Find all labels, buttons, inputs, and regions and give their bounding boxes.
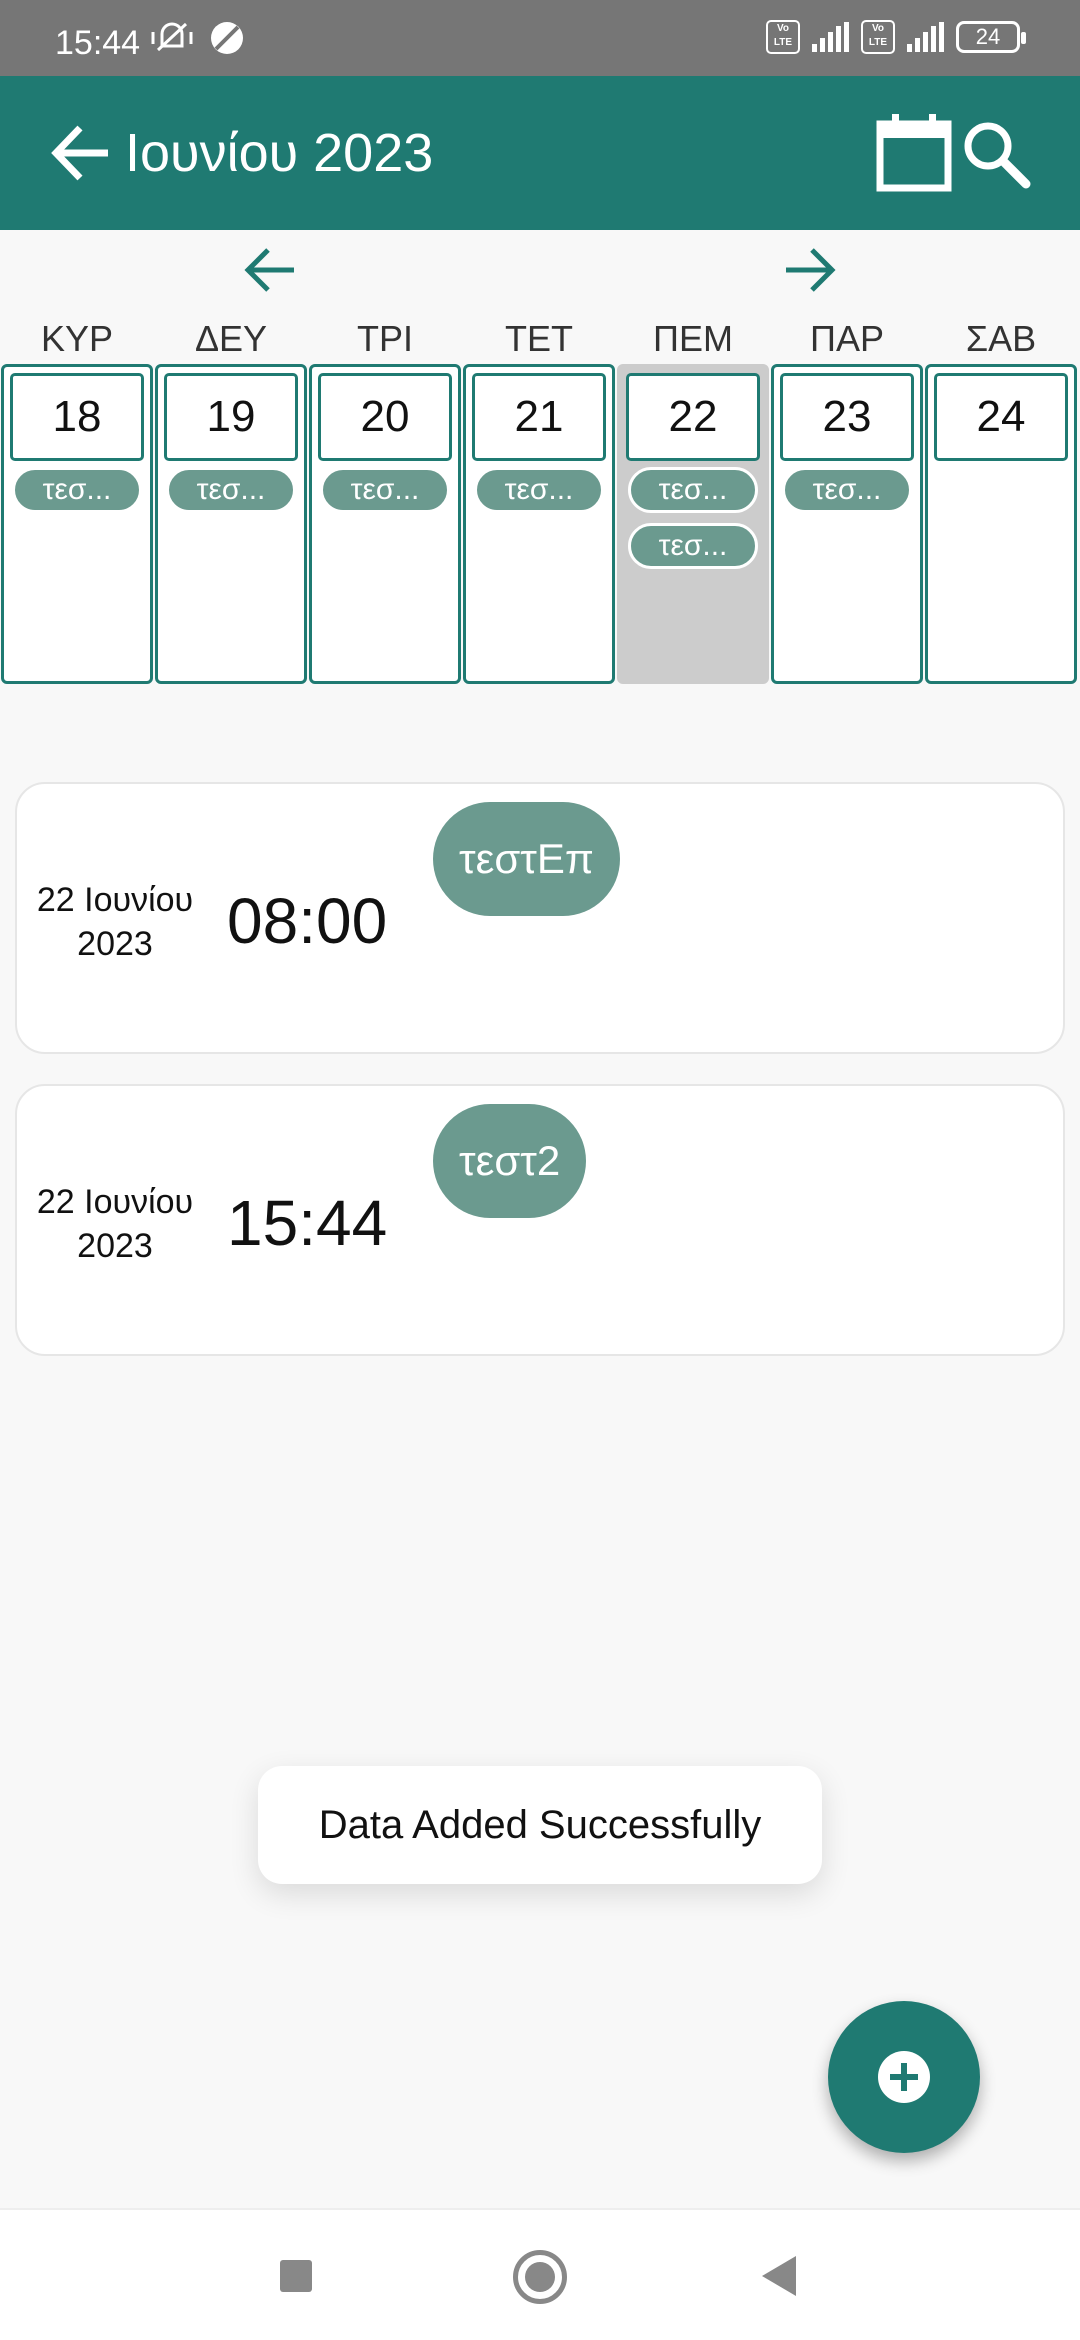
day-cell[interactable]: 23 τεσ... bbox=[771, 364, 923, 684]
day-header: ΠΑΡ bbox=[809, 318, 885, 359]
app-bar: Ιουνίου 2023 bbox=[0, 76, 1080, 230]
status-bar: 15:44 Vo LTE Vo LTE 24 bbox=[0, 0, 1080, 76]
event-chip[interactable]: τεσ... bbox=[166, 467, 296, 513]
event-chip[interactable]: τεσ... bbox=[320, 467, 450, 513]
event-time: 15:44 bbox=[227, 1187, 388, 1259]
search-button[interactable] bbox=[960, 118, 1034, 192]
event-chip[interactable]: τεσ... bbox=[474, 467, 604, 513]
event-chip[interactable]: τεσ... bbox=[12, 467, 142, 513]
search-icon bbox=[964, 122, 1031, 189]
calendar-icon bbox=[876, 114, 952, 192]
system-back-button[interactable] bbox=[762, 2256, 796, 2296]
day-header: ΚΥΡ bbox=[40, 318, 114, 359]
day-header: ΤΡΙ bbox=[356, 318, 413, 359]
event-date-year: 2023 bbox=[77, 925, 153, 963]
back-arrow-icon bbox=[51, 125, 108, 181]
home-button[interactable] bbox=[513, 2250, 567, 2304]
event-date-day-month: 22 Ιουνίου bbox=[36, 1183, 194, 1221]
calendar-button[interactable] bbox=[876, 112, 952, 192]
event-title-pill[interactable]: τεστΕπ bbox=[433, 802, 620, 916]
system-nav-bar bbox=[0, 2208, 1080, 2340]
day-number: 19 bbox=[164, 373, 298, 461]
signal-icon bbox=[812, 22, 849, 52]
status-left-icons bbox=[150, 18, 246, 58]
arrow-left-icon bbox=[244, 248, 294, 292]
event-date: 22 Ιουνίου 2023 bbox=[21, 878, 209, 966]
event-date-day-month: 22 Ιουνίου bbox=[36, 881, 194, 919]
event-card[interactable]: 22 Ιουνίου 2023 15:44 τεστ2 bbox=[15, 1084, 1065, 1356]
event-chip[interactable]: τεσ... bbox=[628, 467, 758, 513]
event-chip[interactable]: τεσ... bbox=[782, 467, 912, 513]
status-right-icons: Vo LTE Vo LTE 24 bbox=[766, 20, 1026, 54]
day-number: 18 bbox=[10, 373, 144, 461]
event-title-pill[interactable]: τεστ2 bbox=[433, 1104, 587, 1218]
day-number: 24 bbox=[934, 373, 1068, 461]
day-header: ΤΕΤ bbox=[505, 318, 573, 359]
status-time: 15:44 bbox=[55, 24, 141, 62]
data-saver-icon bbox=[211, 22, 243, 54]
arrow-right-icon bbox=[786, 248, 836, 292]
day-number: 23 bbox=[780, 373, 914, 461]
day-header: ΣΑΒ bbox=[965, 318, 1037, 359]
add-event-button[interactable] bbox=[828, 2001, 980, 2153]
event-date: 22 Ιουνίου 2023 bbox=[21, 1180, 209, 1268]
next-week-button[interactable] bbox=[780, 240, 840, 300]
volte-icon: Vo LTE bbox=[766, 20, 800, 54]
event-chip[interactable]: τεσ... bbox=[628, 523, 758, 569]
event-date-year: 2023 bbox=[77, 1227, 153, 1265]
previous-week-button[interactable] bbox=[240, 240, 300, 300]
day-header: ΠΕΜ bbox=[653, 318, 733, 359]
day-number: 20 bbox=[318, 373, 452, 461]
toast-message: Data Added Successfully bbox=[258, 1766, 822, 1884]
day-cell[interactable]: 21 τεσ... bbox=[463, 364, 615, 684]
volte-icon: Vo LTE bbox=[861, 20, 895, 54]
day-cell[interactable]: 18 τεσ... bbox=[1, 364, 153, 684]
day-number: 21 bbox=[472, 373, 606, 461]
mute-vibrate-icon bbox=[151, 22, 193, 52]
plus-circle-icon bbox=[878, 2051, 930, 2103]
day-cell[interactable]: 20 τεσ... bbox=[309, 364, 461, 684]
day-number: 22 bbox=[626, 373, 760, 461]
back-button[interactable] bbox=[48, 120, 114, 186]
day-header: ΔΕΥ bbox=[194, 318, 268, 359]
battery-level: 24 bbox=[975, 24, 1001, 49]
signal-icon bbox=[907, 22, 944, 52]
event-time: 08:00 bbox=[227, 885, 388, 957]
day-cell[interactable]: 24 bbox=[925, 364, 1077, 684]
battery-icon: 24 bbox=[956, 21, 1026, 53]
page-title: Ιουνίου 2023 bbox=[125, 123, 434, 183]
day-cell[interactable]: 19 τεσ... bbox=[155, 364, 307, 684]
recents-button[interactable] bbox=[280, 2260, 312, 2292]
day-cell-selected[interactable]: 22 τεσ... τεσ... bbox=[617, 364, 769, 684]
event-card[interactable]: 22 Ιουνίου 2023 08:00 τεστΕπ bbox=[15, 782, 1065, 1054]
